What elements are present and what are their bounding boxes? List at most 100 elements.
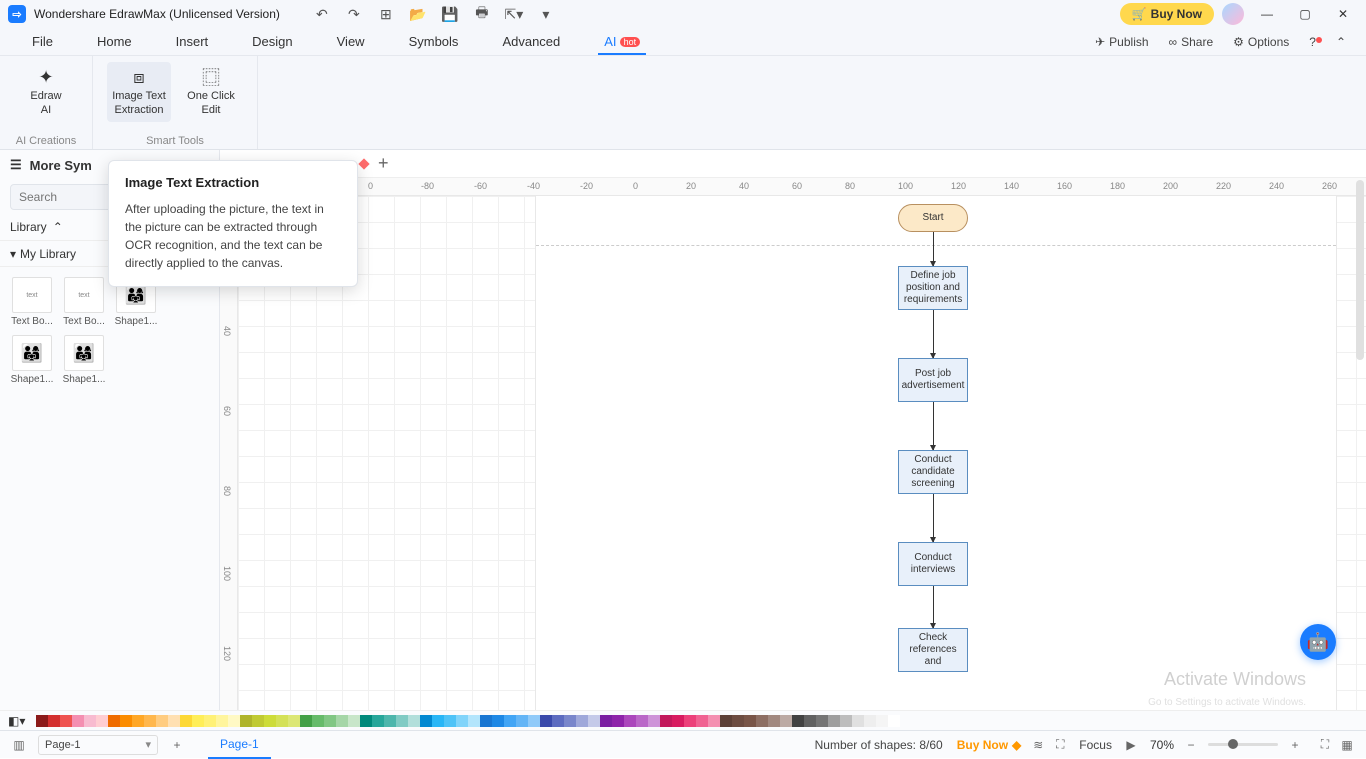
color-swatch[interactable]: [288, 715, 300, 727]
color-swatch[interactable]: [84, 715, 96, 727]
menu-home[interactable]: Home: [75, 28, 154, 55]
color-swatch[interactable]: [396, 715, 408, 727]
one-click-edit-button[interactable]: ⿴ One Click Edit: [179, 62, 243, 122]
menu-ai[interactable]: AIhot: [582, 28, 662, 55]
ai-chat-button[interactable]: 🤖: [1300, 624, 1336, 660]
options-button[interactable]: ⚙Options: [1223, 35, 1299, 49]
color-swatch[interactable]: [348, 715, 360, 727]
color-swatch[interactable]: [756, 715, 768, 727]
shape-item[interactable]: textText Bo...: [10, 277, 54, 327]
color-swatch[interactable]: [720, 715, 732, 727]
color-swatch[interactable]: [144, 715, 156, 727]
buy-now-button[interactable]: 🛒Buy Now: [1120, 3, 1214, 25]
maximize-button[interactable]: ▢: [1290, 0, 1320, 28]
color-swatch[interactable]: [768, 715, 780, 727]
color-swatch[interactable]: [384, 715, 396, 727]
help-button[interactable]: ?: [1299, 35, 1326, 49]
flowchart-process-node[interactable]: Conduct interviews: [898, 542, 968, 586]
fit-button[interactable]: ⛶: [1049, 734, 1071, 756]
color-swatch[interactable]: [264, 715, 276, 727]
color-swatch[interactable]: [888, 715, 900, 727]
flowchart-process-node[interactable]: Post job advertisement: [898, 358, 968, 402]
color-swatch[interactable]: [492, 715, 504, 727]
add-document-tab[interactable]: +: [378, 153, 389, 174]
color-swatch[interactable]: [792, 715, 804, 727]
flowchart-arrow[interactable]: [933, 586, 934, 628]
page-selector[interactable]: Page-1▾: [38, 735, 158, 755]
color-swatch[interactable]: [252, 715, 264, 727]
color-swatch[interactable]: [300, 715, 312, 727]
layers-button[interactable]: ≋: [1027, 734, 1049, 756]
menu-file[interactable]: File: [10, 28, 75, 55]
add-page-button[interactable]: +: [166, 734, 188, 756]
color-swatch[interactable]: [132, 715, 144, 727]
color-swatch[interactable]: [324, 715, 336, 727]
color-swatch[interactable]: [456, 715, 468, 727]
color-swatch[interactable]: [192, 715, 204, 727]
color-swatch[interactable]: [612, 715, 624, 727]
flowchart-process-node[interactable]: Check references and: [898, 628, 968, 672]
color-swatch[interactable]: [228, 715, 240, 727]
canvas[interactable]: StartDefine job position and requirement…: [238, 196, 1366, 710]
color-swatch[interactable]: [48, 715, 60, 727]
export-button[interactable]: ⇱▾: [502, 2, 526, 26]
color-swatch[interactable]: [552, 715, 564, 727]
vertical-scrollbar[interactable]: [1356, 180, 1364, 360]
document-tab-marker[interactable]: [358, 158, 369, 169]
color-swatch[interactable]: [216, 715, 228, 727]
zoom-slider-thumb[interactable]: [1228, 739, 1238, 749]
zoom-slider[interactable]: [1208, 743, 1278, 746]
flowchart-process-node[interactable]: Conduct candidate screening: [898, 450, 968, 494]
publish-button[interactable]: ✈Publish: [1085, 35, 1158, 49]
presentation-button[interactable]: ▶: [1120, 734, 1142, 756]
color-swatch[interactable]: [240, 715, 252, 727]
color-swatch[interactable]: [480, 715, 492, 727]
flowchart-process-node[interactable]: Define job position and requirements: [898, 266, 968, 310]
color-swatch[interactable]: [624, 715, 636, 727]
color-swatch[interactable]: [420, 715, 432, 727]
color-swatch[interactable]: [564, 715, 576, 727]
color-swatch[interactable]: [432, 715, 444, 727]
color-swatch[interactable]: [744, 715, 756, 727]
color-swatch[interactable]: [516, 715, 528, 727]
color-swatch[interactable]: [204, 715, 216, 727]
undo-button[interactable]: ↶: [310, 2, 334, 26]
open-button[interactable]: 📂: [406, 2, 430, 26]
color-swatch[interactable]: [840, 715, 852, 727]
shape-item[interactable]: textText Bo...: [62, 277, 106, 327]
color-swatch[interactable]: [276, 715, 288, 727]
color-swatch[interactable]: [312, 715, 324, 727]
color-swatch[interactable]: [852, 715, 864, 727]
color-swatch[interactable]: [120, 715, 132, 727]
color-swatch[interactable]: [780, 715, 792, 727]
color-swatch[interactable]: [600, 715, 612, 727]
user-avatar[interactable]: [1222, 3, 1244, 25]
color-swatch[interactable]: [96, 715, 108, 727]
color-swatch[interactable]: [60, 715, 72, 727]
menu-advanced[interactable]: Advanced: [480, 28, 582, 55]
zoom-out-button[interactable]: −: [1180, 734, 1202, 756]
image-text-extraction-button[interactable]: ⧈ Image Text Extraction: [107, 62, 171, 122]
pages-panel-button[interactable]: ▥: [8, 734, 30, 756]
color-swatch[interactable]: [588, 715, 600, 727]
color-swatch[interactable]: [444, 715, 456, 727]
edraw-ai-button[interactable]: ✦ Edraw AI: [14, 62, 78, 122]
color-swatch[interactable]: [696, 715, 708, 727]
color-swatch[interactable]: [108, 715, 120, 727]
shape-item[interactable]: 👨‍👩‍👧Shape1...: [62, 335, 106, 385]
shape-item[interactable]: 👨‍👩‍👧Shape1...: [10, 335, 54, 385]
color-swatch[interactable]: [816, 715, 828, 727]
flowchart-arrow[interactable]: [933, 494, 934, 542]
fullscreen-button[interactable]: ⛶: [1314, 734, 1336, 756]
color-swatch[interactable]: [72, 715, 84, 727]
zoom-in-button[interactable]: +: [1284, 734, 1306, 756]
color-swatch[interactable]: [672, 715, 684, 727]
color-swatch[interactable]: [168, 715, 180, 727]
color-swatch[interactable]: [732, 715, 744, 727]
color-swatch[interactable]: [708, 715, 720, 727]
print-button[interactable]: 🖶: [470, 2, 494, 26]
menu-insert[interactable]: Insert: [154, 28, 231, 55]
color-swatch[interactable]: [468, 715, 480, 727]
flowchart-arrow[interactable]: [933, 232, 934, 266]
color-swatch[interactable]: [336, 715, 348, 727]
